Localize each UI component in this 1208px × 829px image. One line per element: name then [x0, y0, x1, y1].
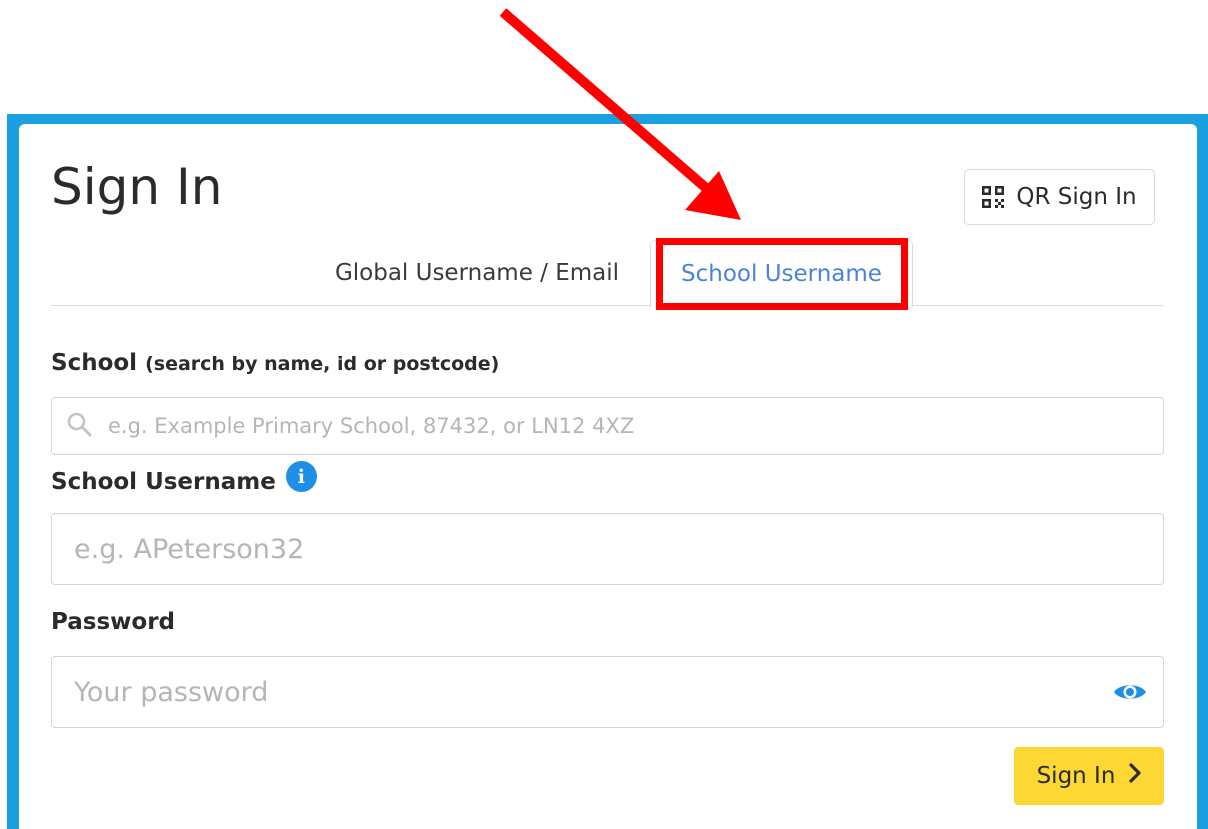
school-search-input[interactable] — [106, 413, 1163, 439]
page-title: Sign In — [51, 158, 223, 216]
qr-sign-in-button[interactable]: QR Sign In — [964, 169, 1155, 225]
tab-school-username[interactable]: School Username — [650, 240, 913, 307]
school-username-input[interactable] — [72, 532, 1163, 566]
school-username-field[interactable] — [51, 513, 1164, 585]
info-icon[interactable]: i — [285, 461, 317, 492]
qr-sign-in-label: QR Sign In — [1016, 184, 1137, 210]
sign-in-button[interactable]: Sign In — [1014, 747, 1164, 805]
sign-in-button-label: Sign In — [1036, 763, 1116, 789]
school-username-label-text: School Username — [51, 468, 276, 495]
search-icon — [66, 411, 92, 441]
tab-global-username[interactable]: Global Username / Email — [320, 240, 634, 306]
school-search-field[interactable] — [51, 397, 1164, 455]
school-label-text: School — [51, 350, 138, 376]
qr-code-icon — [982, 186, 1005, 208]
school-label-hint: (search by name, id or postcode) — [145, 353, 500, 375]
password-field[interactable] — [51, 656, 1164, 728]
password-label: Password — [51, 609, 175, 635]
password-input[interactable] — [72, 675, 1113, 709]
school-label: School (search by name, id or postcode) — [51, 350, 499, 376]
eye-icon[interactable] — [1113, 681, 1147, 703]
school-username-label: School Username i — [51, 461, 317, 497]
chevron-right-icon — [1129, 763, 1142, 789]
